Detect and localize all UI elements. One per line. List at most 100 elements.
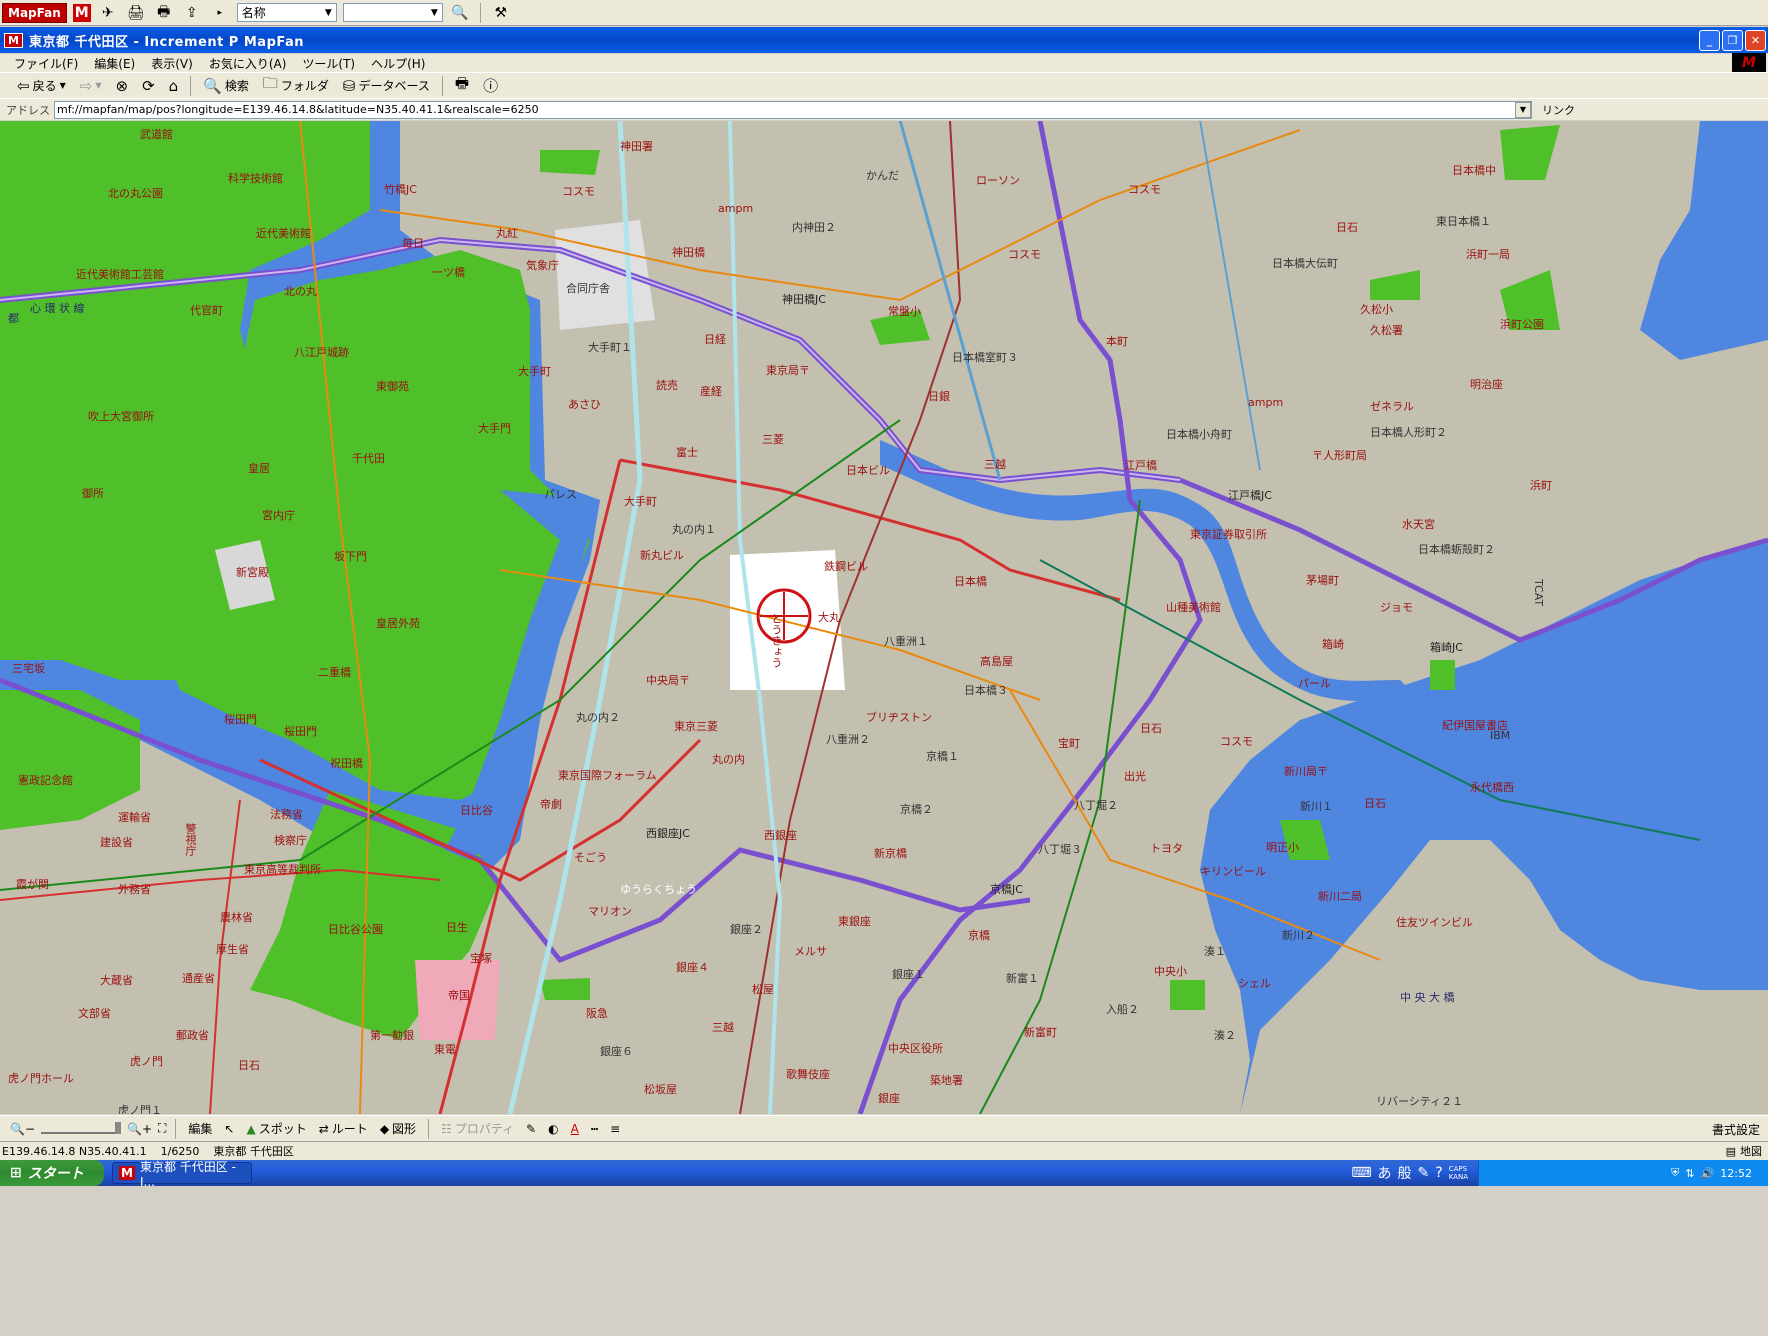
label-hibiya-park[interactable]: 日比谷公園 bbox=[328, 921, 383, 937]
label-kayabacho[interactable]: 茅場町 bbox=[1306, 572, 1339, 588]
label-takarazuka[interactable]: 宝塚 bbox=[470, 950, 492, 966]
label-edobashi-jc[interactable]: 江戸橋JC bbox=[1228, 487, 1272, 503]
map-tab[interactable]: 地図 bbox=[1740, 1143, 1762, 1159]
label-meisho[interactable]: 明正小 bbox=[1266, 839, 1299, 855]
label-hakozaki-jc[interactable]: 箱崎JC bbox=[1430, 639, 1463, 655]
label-iwaidabashi[interactable]: 祝田橋 bbox=[330, 755, 363, 771]
label-melsa[interactable]: メルサ bbox=[794, 943, 827, 959]
label-shinkyobashi[interactable]: 新京橋 bbox=[874, 845, 907, 861]
clock[interactable]: 12:52 bbox=[1720, 1167, 1752, 1180]
label-hakozaki[interactable]: 箱崎 bbox=[1322, 636, 1344, 652]
label-nihon-bldg[interactable]: 日本ビル bbox=[846, 462, 890, 478]
pen-button[interactable]: ✎ bbox=[523, 1122, 539, 1136]
zoom-slider-thumb[interactable] bbox=[115, 1121, 121, 1134]
label-tekko[interactable]: 鉄鋼ビル bbox=[824, 558, 868, 574]
label-toden[interactable]: 東電 bbox=[434, 1041, 456, 1057]
label-kokyo-gaien[interactable]: 皇居外苑 bbox=[376, 615, 420, 631]
label-sakuradamon[interactable]: 桜田門 bbox=[224, 711, 257, 727]
route-button[interactable]: ⇄ ルート bbox=[316, 1120, 371, 1137]
label-bridgestone[interactable]: ブリヂストン bbox=[866, 709, 932, 725]
line-style-button[interactable]: ┅ bbox=[588, 1122, 601, 1136]
label-ampm1[interactable]: ampm bbox=[718, 202, 753, 215]
label-edobashi[interactable]: 江戸橋 bbox=[1124, 457, 1157, 473]
label-takashimaya[interactable]: 高島屋 bbox=[980, 653, 1013, 669]
label-hankyu[interactable]: 阪急 bbox=[586, 1005, 608, 1021]
label-sumitomo[interactable]: 住友ツインビル bbox=[1396, 914, 1473, 930]
label-kanda-bridge[interactable]: 神田橋 bbox=[672, 244, 705, 260]
back-button[interactable]: ⇦ 戻る ▼ bbox=[12, 75, 71, 97]
label-kindai-museum[interactable]: 近代美術館 bbox=[256, 225, 311, 241]
label-hamacho-park[interactable]: 浜町公園 bbox=[1500, 316, 1544, 332]
label-shinkawa-bureau[interactable]: 新川局〒 bbox=[1284, 763, 1328, 779]
label-sankei[interactable]: 産経 bbox=[700, 383, 722, 399]
label-jomo[interactable]: ジョモ bbox=[1380, 599, 1413, 615]
label-mainichi[interactable]: 毎日 bbox=[402, 235, 424, 251]
label-norin[interactable]: 農林省 bbox=[220, 909, 253, 925]
label-teikoku[interactable]: 帝国 bbox=[448, 987, 470, 1003]
label-miyakezaka[interactable]: 三宅坂 bbox=[12, 660, 45, 676]
label-palace[interactable]: パレス bbox=[544, 486, 577, 502]
label-kirin[interactable]: キリンビール bbox=[1200, 863, 1266, 879]
fit-icon[interactable]: ⛶ bbox=[158, 1121, 166, 1136]
label-takebashi-jc[interactable]: 竹橋JC bbox=[384, 181, 417, 197]
label-kabukiza[interactable]: 歌舞伎座 bbox=[786, 1066, 830, 1082]
label-cosmo1[interactable]: コスモ bbox=[562, 183, 595, 199]
label-matsuya[interactable]: 松屋 bbox=[752, 981, 774, 997]
label-park[interactable]: パール bbox=[1298, 675, 1331, 691]
label-marion[interactable]: マリオン bbox=[588, 903, 632, 919]
label-hamacho1[interactable]: 浜町一局 bbox=[1466, 246, 1510, 262]
shape-button[interactable]: ◆ 図形 bbox=[377, 1120, 419, 1137]
label-kitanomaru[interactable]: 北の丸 bbox=[284, 283, 317, 299]
label-nihonbashi-naka[interactable]: 日本橋中 bbox=[1452, 162, 1496, 178]
label-teigeki[interactable]: 帝劇 bbox=[540, 796, 562, 812]
map-canvas[interactable]: 武道館 科学技術館 北の丸公園 近代美術館 近代美術館工芸館 北の丸 都 心 環… bbox=[0, 121, 1768, 1114]
label-ginza[interactable]: 銀座 bbox=[878, 1090, 900, 1106]
label-kensatsu[interactable]: 検察庁 bbox=[274, 832, 307, 848]
close-button[interactable]: ✕ bbox=[1745, 30, 1766, 51]
label-ginza4[interactable]: 銀座４ bbox=[676, 959, 709, 975]
label-marunouchi[interactable]: 丸の内 bbox=[712, 751, 745, 767]
label-fuji[interactable]: 富士 bbox=[676, 444, 698, 460]
menu-edit[interactable]: 編集(E) bbox=[94, 55, 135, 72]
label-cosmo4[interactable]: コスモ bbox=[1220, 733, 1253, 749]
label-unyu[interactable]: 運輸省 bbox=[118, 809, 151, 825]
menu-favorites[interactable]: お気に入り(A) bbox=[209, 55, 287, 72]
label-tcat[interactable]: TCAT bbox=[1532, 579, 1545, 606]
mapfan-logo[interactable]: MapFan bbox=[2, 2, 67, 23]
print-button[interactable]: 🖶 bbox=[450, 74, 474, 97]
label-ibm[interactable]: IBM bbox=[1490, 729, 1510, 742]
label-otemachi-st[interactable]: 大手町 bbox=[518, 363, 551, 379]
label-daikan[interactable]: 代官町 bbox=[190, 302, 223, 318]
label-homusho[interactable]: 法務省 bbox=[270, 806, 303, 822]
label-monbu[interactable]: 文部省 bbox=[78, 1005, 111, 1021]
label-sakuradamon2[interactable]: 桜田門 bbox=[284, 723, 317, 739]
zoom-slider[interactable] bbox=[41, 1121, 121, 1134]
label-otemachi-st2[interactable]: 大手町 bbox=[624, 493, 657, 509]
label-budokan[interactable]: 武道館 bbox=[140, 126, 173, 142]
label-forum[interactable]: 東京国際フォーラム bbox=[558, 767, 657, 783]
label-nissei[interactable]: 日生 bbox=[446, 919, 468, 935]
print2-icon[interactable]: 🖶 bbox=[153, 3, 175, 23]
label-marunouchi-bureau[interactable]: 中央局〒 bbox=[646, 672, 690, 688]
label-tsusan[interactable]: 通産省 bbox=[182, 970, 215, 986]
label-yurakucho[interactable]: ゆうらくちょう bbox=[620, 881, 697, 897]
label-godo[interactable]: 合同庁舎 bbox=[566, 280, 610, 296]
label-gaimusho[interactable]: 外務省 bbox=[118, 881, 151, 897]
label-lawson[interactable]: ローソン bbox=[976, 172, 1020, 188]
label-eitai-st[interactable]: 永代橋西 bbox=[1470, 779, 1514, 795]
label-science[interactable]: 科学技術館 bbox=[228, 170, 283, 186]
label-kotosaiban[interactable]: 東京高等裁判所 bbox=[244, 861, 321, 877]
label-chuo-school[interactable]: 中央小 bbox=[1154, 963, 1187, 979]
label-tsukiji[interactable]: 築地署 bbox=[930, 1072, 963, 1088]
label-marubeni[interactable]: 丸紅 bbox=[496, 225, 518, 241]
label-keishi[interactable]: 警視庁 bbox=[182, 823, 198, 856]
label-otemon[interactable]: 大手門 bbox=[478, 420, 511, 436]
menu-tools[interactable]: ツール(T) bbox=[302, 55, 355, 72]
menu-help[interactable]: ヘルプ(H) bbox=[371, 55, 425, 72]
label-daiichi[interactable]: 第一勧銀 bbox=[370, 1027, 414, 1043]
security-icon[interactable]: ⛨ bbox=[1671, 1166, 1679, 1180]
label-tokiwa[interactable]: 常盤小 bbox=[888, 303, 921, 319]
label-shinkyuden[interactable]: 新宮殿 bbox=[236, 564, 269, 580]
label-kensetsu[interactable]: 建設省 bbox=[100, 834, 133, 850]
label-zenikuru[interactable]: ゼネラル bbox=[1370, 398, 1414, 414]
